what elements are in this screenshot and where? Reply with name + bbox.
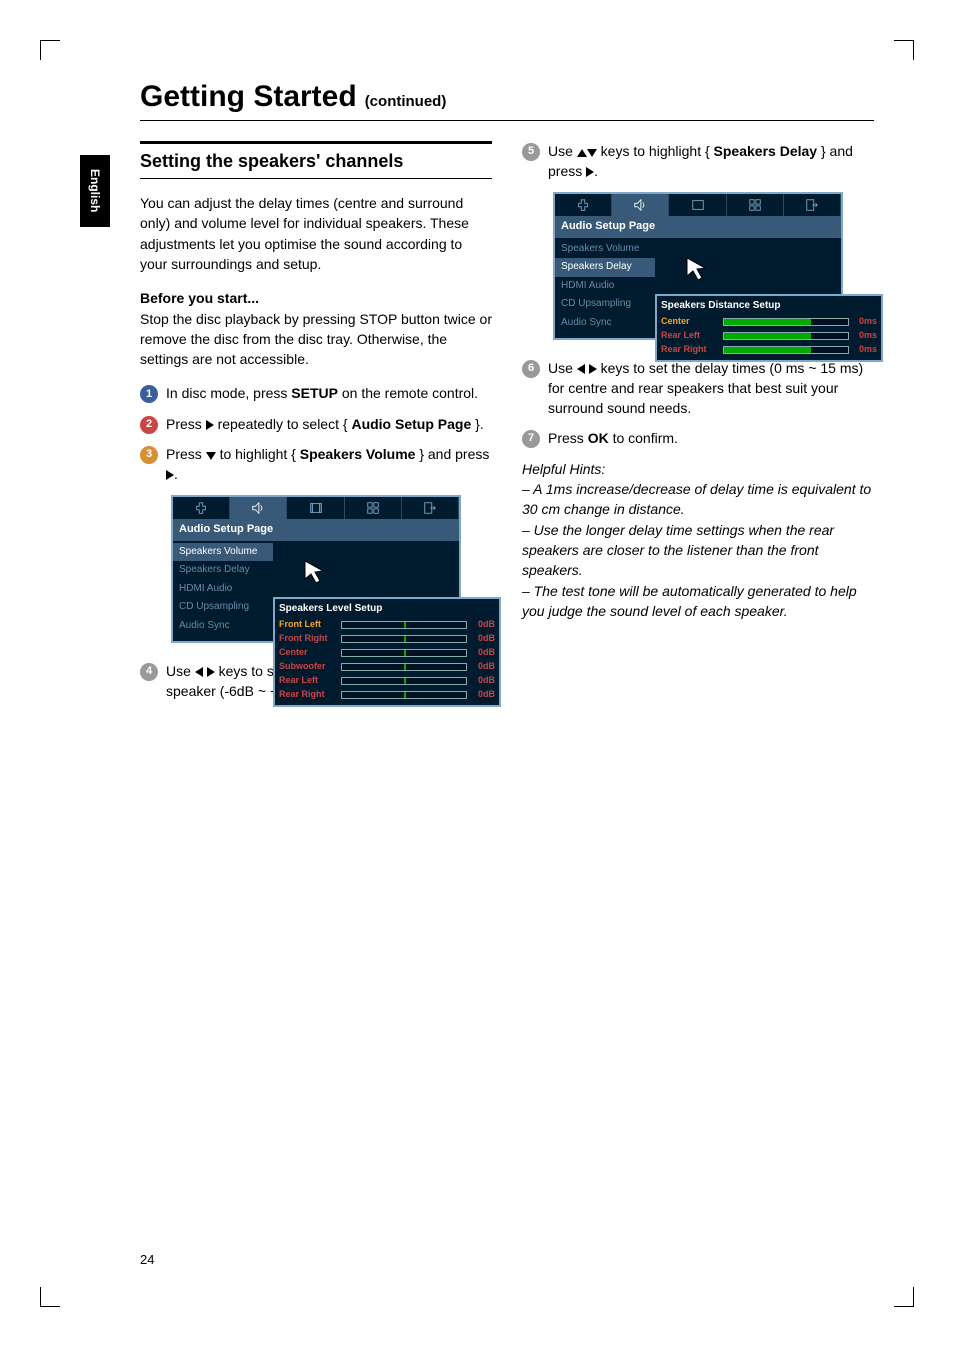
right-arrow-icon xyxy=(166,470,174,480)
before-body: Stop the disc playback by pressing STOP … xyxy=(140,311,492,368)
right-arrow-icon xyxy=(206,420,214,430)
osd-tab-preference-icon xyxy=(727,194,784,216)
right-arrow-icon xyxy=(207,667,215,677)
osd-tab-preference-icon xyxy=(345,497,402,519)
down-arrow-icon xyxy=(587,149,597,157)
page-title-suffix: (continued) xyxy=(365,93,447,110)
osd-tab-audio-icon xyxy=(612,194,669,216)
osd-menu-item: Speakers Volume xyxy=(173,543,273,562)
left-arrow-icon xyxy=(195,667,203,677)
cursor-arrow-icon xyxy=(685,256,715,286)
section-heading: Setting the speakers' channels xyxy=(140,141,492,179)
osd-tab-exit-icon xyxy=(402,497,459,519)
left-arrow-icon xyxy=(577,364,585,374)
osd-menu-item: Speakers Delay xyxy=(173,561,273,580)
osd-menu-item: Audio Sync xyxy=(555,314,655,333)
osd-title: Audio Setup Page xyxy=(173,519,459,541)
step-6: 6 Use keys to set the delay times (0 ms … xyxy=(522,358,874,419)
osd-screenshot-volume: Audio Setup Page Speakers Volume Speaker… xyxy=(171,495,461,643)
step-7: 7 Press OK to confirm. xyxy=(522,428,874,448)
step-number-icon: 3 xyxy=(140,446,158,464)
osd-popup-title: Speakers Level Setup xyxy=(279,602,495,617)
osd-tab-general-icon xyxy=(173,497,230,519)
osd-menu-item: CD Upsampling xyxy=(173,598,273,617)
hints-head: Helpful Hints: xyxy=(522,461,605,477)
osd-menu-item: HDMI Audio xyxy=(555,277,655,296)
page-number: 24 xyxy=(140,1252,154,1267)
step-number-icon: 5 xyxy=(522,143,540,161)
osd-tab-general-icon xyxy=(555,194,612,216)
step-1: 1 In disc mode, press SETUP on the remot… xyxy=(140,383,492,403)
before-you-start: Before you start... Stop the disc playba… xyxy=(140,288,492,369)
right-arrow-icon xyxy=(586,167,594,177)
osd-menu-item: CD Upsampling xyxy=(555,295,655,314)
intro-paragraph: You can adjust the delay times (centre a… xyxy=(140,193,492,274)
osd-tab-exit-icon xyxy=(784,194,841,216)
osd-tab-video-icon xyxy=(669,194,726,216)
up-arrow-icon xyxy=(577,149,587,157)
step-number-icon: 7 xyxy=(522,430,540,448)
step-5: 5 Use keys to highlight { Speakers Delay… xyxy=(522,141,874,182)
step-number-icon: 2 xyxy=(140,416,158,434)
step-3: 3 Press to highlight { Speakers Volume }… xyxy=(140,444,492,485)
hint-3: – The test tone will be automatically ge… xyxy=(522,583,857,619)
step-number-icon: 4 xyxy=(140,663,158,681)
osd-popup-title: Speakers Distance Setup xyxy=(661,299,877,314)
osd-tab-audio-icon xyxy=(230,497,287,519)
step-number-icon: 6 xyxy=(522,360,540,378)
before-head: Before you start... xyxy=(140,290,259,306)
osd-menu-item: Speakers Volume xyxy=(555,240,655,259)
osd-menu-item: HDMI Audio xyxy=(173,580,273,599)
right-arrow-icon xyxy=(589,364,597,374)
osd-tab-video-icon xyxy=(287,497,344,519)
helpful-hints: Helpful Hints: – A 1ms increase/decrease… xyxy=(522,459,874,621)
left-column: Setting the speakers' channels You can a… xyxy=(140,141,492,711)
page-title: Getting Started xyxy=(140,80,357,114)
cursor-arrow-icon xyxy=(303,559,333,589)
hint-2: – Use the longer delay time settings whe… xyxy=(522,522,834,579)
osd-screenshot-delay: Audio Setup Page Speakers Volume Speaker… xyxy=(553,192,843,340)
right-column: 5 Use keys to highlight { Speakers Delay… xyxy=(522,141,874,711)
osd-menu-item: Audio Sync xyxy=(173,617,273,636)
page-title-row: Getting Started (continued) xyxy=(140,80,874,121)
step-2: 2 Press repeatedly to select { Audio Set… xyxy=(140,414,492,434)
osd-title: Audio Setup Page xyxy=(555,216,841,238)
section-heading-text: Setting the speakers' channels xyxy=(140,148,492,174)
hint-1: – A 1ms increase/decrease of delay time … xyxy=(522,481,871,517)
step-number-icon: 1 xyxy=(140,385,158,403)
osd-menu-item: Speakers Delay xyxy=(555,258,655,277)
down-arrow-icon xyxy=(206,452,216,460)
language-tab: English xyxy=(80,155,110,227)
